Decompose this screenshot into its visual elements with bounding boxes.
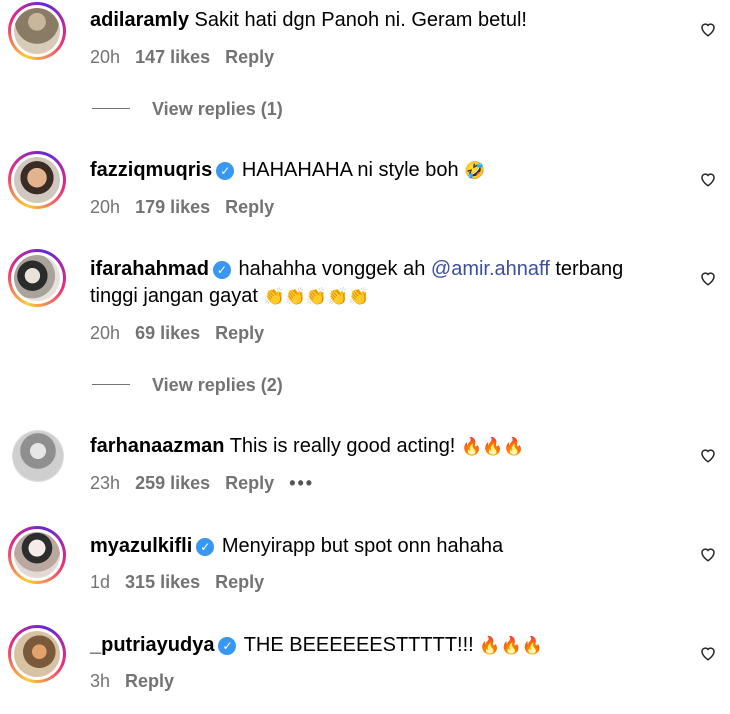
reply-button[interactable]: Reply [225, 47, 274, 67]
comment-text-continued: terbang [555, 258, 624, 280]
comment-text: This is really good acting! [229, 435, 456, 457]
comment-body: fazziqmuqris ✓ HAHAHAHA ni style boh 🤣 [90, 157, 680, 185]
reply-button[interactable]: Reply [215, 323, 264, 343]
comment-emoji: 👏👏👏👏👏 [263, 287, 370, 307]
reply-button[interactable]: Reply [225, 197, 274, 217]
comment-meta: 20h 179 likes Reply [90, 197, 284, 218]
comment-likes[interactable]: 259 likes [135, 473, 210, 493]
comment-username[interactable]: farhanaazman [90, 435, 225, 457]
comment-text: THE BEEEEEESTTTTT!!! [243, 634, 474, 656]
comment-meta: 3h Reply [90, 671, 184, 692]
comment-text: Menyirapp but spot onn hahaha [221, 535, 504, 557]
comment-time[interactable]: 23h [90, 473, 120, 493]
comment-time[interactable]: 3h [90, 671, 110, 691]
comment-text: HAHAHAHA ni style boh [241, 159, 459, 181]
comment-emoji: 🔥🔥🔥 [460, 437, 525, 457]
reply-button[interactable]: Reply [225, 473, 274, 493]
divider-line [92, 384, 130, 385]
comment-username[interactable]: adilaramly [90, 9, 189, 31]
comment-emoji: 🔥🔥🔥 [479, 636, 543, 656]
comment-time[interactable]: 1d [90, 572, 110, 592]
heart-outline-icon[interactable] [699, 20, 717, 38]
avatar[interactable] [8, 625, 66, 683]
verified-badge-icon: ✓ [212, 261, 231, 279]
comment-meta: 1d 315 likes Reply [90, 572, 274, 593]
comment-likes[interactable]: 315 likes [125, 572, 200, 592]
divider-line [92, 108, 130, 109]
comment-body: farhanaazman This is really good acting!… [90, 433, 680, 461]
comment-text: hahahha vonggek ah [238, 258, 426, 280]
reply-button[interactable]: Reply [215, 572, 264, 592]
comment-meta: 20h 147 likes Reply [90, 47, 284, 68]
avatar[interactable] [12, 430, 64, 482]
heart-outline-icon[interactable] [699, 545, 717, 563]
heart-outline-icon[interactable] [699, 269, 717, 287]
comment-likes[interactable]: 69 likes [135, 323, 200, 343]
verified-badge-icon: ✓ [218, 637, 237, 655]
comment-body: myazulkifli ✓ Menyirapp but spot onn haha… [90, 533, 680, 560]
comment-time[interactable]: 20h [90, 47, 120, 67]
comment-likes[interactable]: 147 likes [135, 47, 210, 67]
comment-username[interactable]: myazulkifli [90, 535, 192, 557]
view-replies-button[interactable]: View replies (1) [92, 99, 283, 120]
comment-likes[interactable]: 179 likes [135, 197, 210, 217]
comment-body: adilaramly Sakit hati dgn Panoh ni. Gera… [90, 7, 680, 34]
reply-button[interactable]: Reply [125, 671, 174, 691]
avatar[interactable] [8, 249, 66, 307]
comment-text: Sakit hati dgn Panoh ni. Geram betul! [194, 9, 527, 31]
avatar[interactable] [8, 2, 66, 60]
heart-outline-icon[interactable] [699, 446, 717, 464]
mention-link[interactable]: @amir.ahnaff [431, 258, 550, 280]
comment-text-line2: tinggi jangan gayat [90, 285, 258, 307]
avatar[interactable] [8, 526, 66, 584]
verified-badge-icon: ✓ [216, 162, 235, 180]
comment-time[interactable]: 20h [90, 323, 120, 343]
view-replies-button[interactable]: View replies (2) [92, 375, 283, 396]
verified-badge-icon: ✓ [196, 538, 215, 556]
comment-meta: 23h 259 likes Reply ••• [90, 473, 324, 494]
comment-body: ifarahahmad ✓ hahahha vonggek ah @amir.ah… [90, 256, 680, 311]
comment-username[interactable]: fazziqmuqris [90, 159, 212, 181]
avatar[interactable] [8, 151, 66, 209]
view-replies-label: View replies (2) [152, 375, 283, 395]
comment-time[interactable]: 20h [90, 197, 120, 217]
comment-body: _putriayudya ✓ THE BEEEEEESTTTTT!!! 🔥🔥🔥 [90, 632, 680, 660]
heart-outline-icon[interactable] [699, 644, 717, 662]
more-options-icon[interactable]: ••• [289, 473, 314, 493]
heart-outline-icon[interactable] [699, 170, 717, 188]
view-replies-label: View replies (1) [152, 99, 283, 119]
comment-username[interactable]: _putriayudya [90, 634, 214, 656]
comment-meta: 20h 69 likes Reply [90, 323, 274, 344]
comment-emoji: 🤣 [464, 161, 486, 181]
comment-username[interactable]: ifarahahmad [90, 258, 209, 280]
